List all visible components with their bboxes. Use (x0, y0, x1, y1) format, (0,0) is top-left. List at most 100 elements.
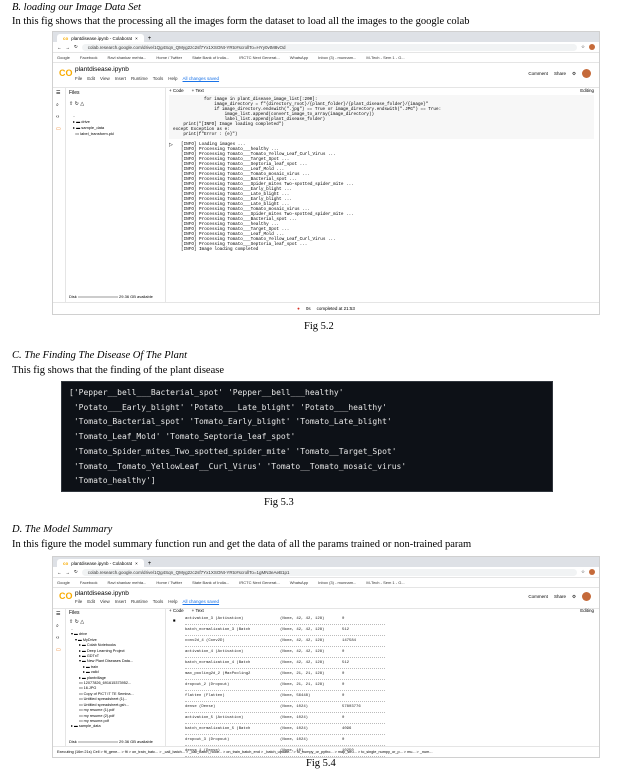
search-icon[interactable]: ⌕ (53, 99, 65, 111)
folder-icon[interactable]: ▭ (53, 123, 65, 135)
add-code-button[interactable]: + Code (169, 608, 184, 613)
editing-dropdown[interactable]: Editing (580, 88, 594, 93)
menu-tools[interactable]: Tools (153, 76, 164, 81)
browser-tab[interactable]: co plantdisease.ipynb - Colaborat × (57, 559, 144, 567)
comment-button[interactable]: Comment (528, 71, 548, 76)
url-field[interactable]: colab.research.google.com/drive/1Qg4Sqn_… (81, 43, 577, 51)
menu-file[interactable]: File (75, 76, 82, 81)
stop-execution-icon[interactable]: ⏹ (173, 618, 176, 624)
bookmark-item[interactable]: M-Tech - Sem 1 - G... (366, 55, 404, 60)
tree-item[interactable]: ▭ label_transform.pkl (73, 131, 157, 137)
editing-dropdown[interactable]: Editing (580, 608, 594, 613)
back-icon[interactable]: ← (57, 45, 62, 50)
menu-runtime[interactable]: Runtime (131, 76, 148, 81)
menu-view[interactable]: View (100, 599, 110, 604)
code-line: print(f"Error : {e}") (173, 132, 238, 137)
profile-avatar[interactable] (589, 44, 595, 50)
share-button[interactable]: Share (554, 71, 566, 76)
bookmark-item[interactable]: IRCTC Next Generat... (239, 580, 279, 585)
summary-row: activation_5 (Activation) (None, 1024) 0 (185, 713, 385, 724)
close-tab-icon[interactable]: × (135, 561, 138, 566)
comment-button[interactable]: Comment (528, 594, 548, 599)
toc-icon[interactable]: ☰ (53, 87, 65, 99)
toc-icon[interactable]: ☰ (53, 608, 65, 620)
output-shape: (None, 42, 42, 128) (280, 617, 325, 621)
status-bar: ● 0s completed at 21:53 (53, 302, 599, 314)
folder-icon[interactable]: ▭ (53, 644, 65, 656)
bookmark-item[interactable]: Facebook (80, 580, 98, 585)
bookmark-item[interactable]: Inbox (3) - munnam... (318, 55, 356, 60)
bookmark-item[interactable]: Google (57, 55, 70, 60)
bookmark-item[interactable]: M-Tech - Sem 1 - G... (366, 580, 404, 585)
colab-tab-icon: co (63, 35, 69, 41)
bookmark-item[interactable]: WhatsApp (290, 580, 308, 585)
bookmark-item[interactable]: Facebook (80, 55, 98, 60)
upload-icon[interactable]: ⇧ (69, 619, 73, 625)
menu-edit[interactable]: Edit (87, 599, 95, 604)
colab-tab-icon: co (63, 560, 69, 566)
layer-name: batch_normalization_3 (Batch (185, 628, 251, 632)
browser-tab[interactable]: co plantdisease.ipynb - Colaborat × (57, 34, 144, 42)
bookmark-item[interactable]: IRCTC Next Generat... (239, 55, 279, 60)
notebook-name[interactable]: plantdisease.ipynb (75, 66, 129, 73)
add-text-button[interactable]: + Text (192, 608, 204, 613)
output-shape: (None, 1024) (280, 705, 309, 709)
search-icon[interactable]: ⌕ (53, 620, 65, 632)
share-button[interactable]: Share (554, 594, 566, 599)
menu-help[interactable]: Help (168, 599, 177, 604)
bookmark-item[interactable]: Google (57, 580, 70, 585)
reload-icon[interactable]: ↻ (74, 44, 78, 50)
star-icon[interactable]: ☆ (581, 569, 585, 575)
menu-edit[interactable]: Edit (87, 76, 95, 81)
fig53-caption: Fig 5.3 (264, 497, 294, 508)
bookmark-item[interactable]: Ravi shankar mehta... (107, 55, 146, 60)
notebook-name[interactable]: plantdisease.ipynb (75, 590, 129, 597)
tree-item-label: train (90, 664, 99, 669)
code-cell[interactable]: for image in plant_disease_image_list[:2… (169, 95, 594, 139)
tree-item[interactable]: ▸ ▬ sample_data (71, 724, 159, 729)
new-tab-icon[interactable]: + (148, 36, 152, 42)
menu-view[interactable]: View (100, 76, 110, 81)
drive-icon[interactable]: △ (80, 101, 84, 107)
add-text-button[interactable]: + Text (192, 88, 204, 93)
bookmark-item[interactable]: Inbox (3) - munnam... (318, 580, 356, 585)
reload-icon[interactable]: ↻ (74, 569, 78, 575)
code-snippets-icon[interactable]: ‹› (53, 111, 65, 123)
bookmark-item[interactable]: State Bank of India... (192, 580, 229, 585)
upload-icon[interactable]: ⇧ (69, 101, 73, 107)
menu-help[interactable]: Help (168, 76, 177, 81)
code-snippets-icon[interactable]: ‹› (53, 632, 65, 644)
refresh-icon[interactable]: ↻ (75, 101, 79, 107)
forward-icon[interactable]: → (66, 570, 71, 575)
bookmarks-bar: Google Facebook Ravi shankar mehta... Ho… (53, 578, 599, 588)
drive-icon[interactable]: △ (80, 619, 84, 625)
tree-item-label: Colab Notebooks (86, 643, 116, 648)
forward-icon[interactable]: → (66, 45, 71, 50)
tree-item-label: Deep Learning Project (86, 648, 125, 653)
user-avatar[interactable] (582, 592, 591, 601)
menu-runtime[interactable]: Runtime (131, 599, 148, 604)
bookmark-item[interactable]: WhatsApp (290, 55, 308, 60)
menu-file[interactable]: File (75, 599, 82, 604)
bookmark-item[interactable]: State Bank of India... (192, 55, 229, 60)
menu-insert[interactable]: Insert (115, 76, 126, 81)
output-shape: (None, 42, 42, 128) (280, 650, 325, 654)
add-code-button[interactable]: + Code (169, 88, 184, 93)
bookmark-item[interactable]: Ravi shankar mehta... (107, 580, 146, 585)
url-field[interactable]: colab.research.google.com/drive/1Qg4Sqn_… (81, 568, 577, 576)
bookmark-item[interactable]: Home / Twitter (156, 580, 182, 585)
new-tab-icon[interactable]: + (148, 561, 152, 567)
back-icon[interactable]: ← (57, 570, 62, 575)
param-count: 0 (342, 650, 345, 654)
refresh-icon[interactable]: ↻ (75, 619, 79, 625)
bookmark-item[interactable]: Home / Twitter (156, 55, 182, 60)
menu-insert[interactable]: Insert (115, 599, 126, 604)
profile-avatar[interactable] (589, 569, 595, 575)
gear-icon[interactable]: ⚙ (572, 71, 576, 77)
close-tab-icon[interactable]: × (135, 36, 138, 41)
menu-tools[interactable]: Tools (153, 599, 164, 604)
gear-icon[interactable]: ⚙ (572, 594, 576, 600)
user-avatar[interactable] (582, 69, 591, 78)
param-count: 512 (342, 628, 350, 632)
star-icon[interactable]: ☆ (581, 44, 585, 50)
